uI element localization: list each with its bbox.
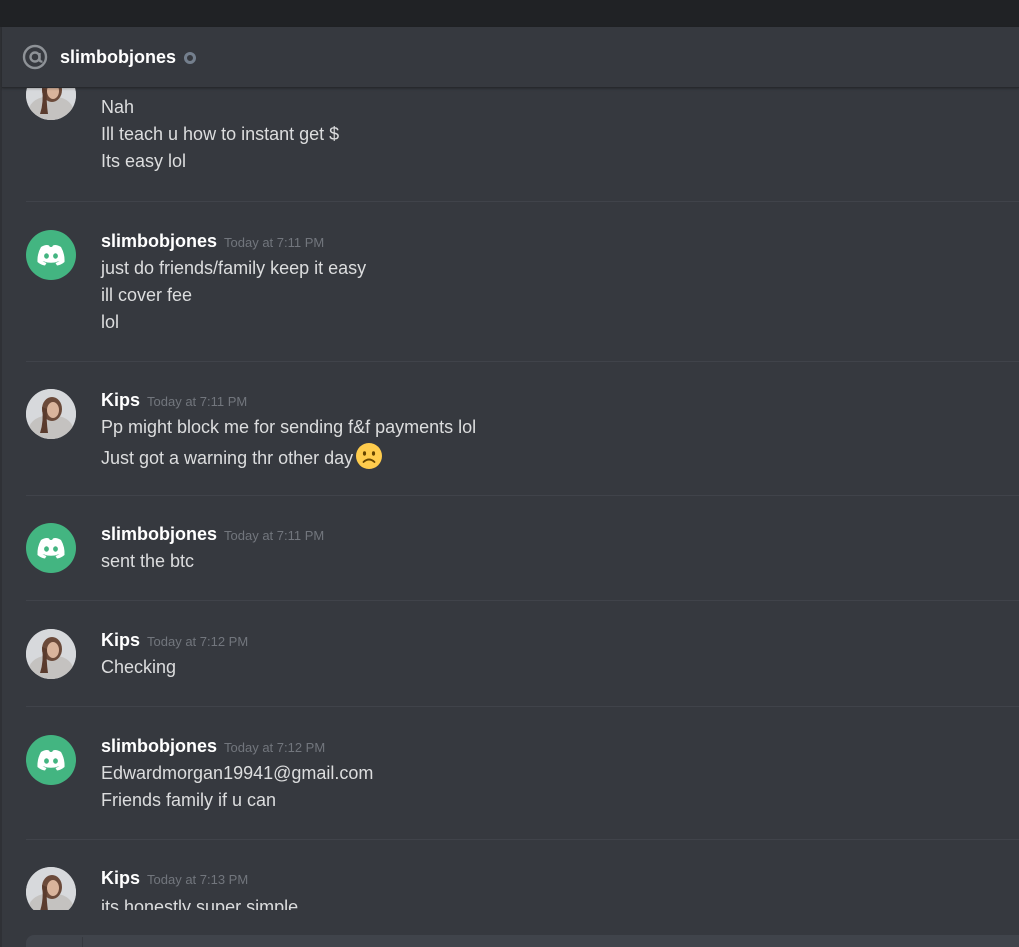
message-divider	[26, 361, 1019, 362]
message-timestamp: Today at 7:11 PM	[224, 528, 325, 543]
message-composer[interactable]	[26, 935, 1019, 947]
at-icon	[22, 44, 48, 70]
message-author[interactable]: slimbobjones Today at 7:11 PM	[101, 524, 324, 545]
message-list[interactable]: Nah Ill teach u how to instant get $ Its…	[2, 88, 1019, 910]
message-divider	[26, 600, 1019, 601]
author-name[interactable]: slimbobjones	[101, 736, 217, 756]
message-line: ill cover fee	[101, 285, 193, 305]
message-author[interactable]: Kips Today at 7:12 PM	[101, 630, 248, 651]
message-line: its honestly super simple	[101, 897, 299, 910]
user-photo-icon	[26, 389, 76, 439]
message-line: Just got a warning thr other day	[101, 442, 383, 472]
message-divider	[26, 839, 1019, 840]
discord-logo-icon	[37, 750, 65, 771]
message-line: Friends family if u can	[101, 790, 277, 810]
message-author[interactable]: slimbobjones Today at 7:12 PM	[101, 736, 325, 757]
user-avatar[interactable]	[26, 867, 76, 910]
channel-header: slimbobjones	[2, 27, 1019, 88]
message-line: Checking	[101, 657, 177, 677]
message-line: Its easy lol	[101, 151, 187, 171]
author-name[interactable]: Kips	[101, 868, 140, 888]
user-avatar[interactable]	[26, 88, 76, 120]
message-timestamp: Today at 7:12 PM	[224, 740, 326, 755]
user-avatar[interactable]	[26, 230, 76, 280]
message-timestamp: Today at 7:12 PM	[147, 634, 249, 649]
user-photo-icon	[26, 867, 76, 910]
discord-logo-icon	[37, 538, 65, 559]
author-name[interactable]: Kips	[101, 630, 140, 650]
message-line: Edwardmorgan19941@gmail.com	[101, 763, 374, 783]
composer-separator	[82, 937, 83, 947]
discord-logo-icon	[37, 245, 65, 266]
message-line: just do friends/family keep it easy	[101, 258, 367, 278]
user-avatar[interactable]	[26, 735, 76, 785]
message-author[interactable]: Kips Today at 7:11 PM	[101, 390, 247, 411]
window-titlebar	[0, 0, 1019, 27]
status-offline-icon	[184, 52, 197, 64]
user-avatar[interactable]	[26, 389, 76, 439]
user-photo-icon	[26, 629, 76, 679]
message-line: sent the btc	[101, 551, 195, 571]
message-author[interactable]: Kips Today at 7:13 PM	[101, 868, 248, 889]
message-line: Pp might block me for sending f&f paymen…	[101, 417, 477, 437]
user-avatar[interactable]	[26, 629, 76, 679]
message-line: Nah	[101, 97, 135, 117]
message-divider	[26, 201, 1019, 202]
message-divider	[26, 706, 1019, 707]
message-line: lol	[101, 312, 120, 332]
message-text: Just got a warning thr other day	[101, 448, 354, 468]
message-timestamp: Today at 7:11 PM	[147, 394, 248, 409]
message-line: Ill teach u how to instant get $	[101, 124, 340, 144]
user-photo-icon	[26, 88, 76, 120]
frowning-face-icon	[356, 443, 383, 469]
channel-name: slimbobjones	[60, 46, 177, 67]
author-name[interactable]: slimbobjones	[101, 524, 217, 544]
author-name[interactable]: Kips	[101, 390, 140, 410]
message-timestamp: Today at 7:11 PM	[224, 235, 325, 250]
message-divider	[26, 495, 1019, 496]
message-author[interactable]: slimbobjones Today at 7:11 PM	[101, 231, 324, 252]
user-avatar[interactable]	[26, 523, 76, 573]
message-timestamp: Today at 7:13 PM	[147, 872, 249, 887]
author-name[interactable]: slimbobjones	[101, 231, 217, 251]
